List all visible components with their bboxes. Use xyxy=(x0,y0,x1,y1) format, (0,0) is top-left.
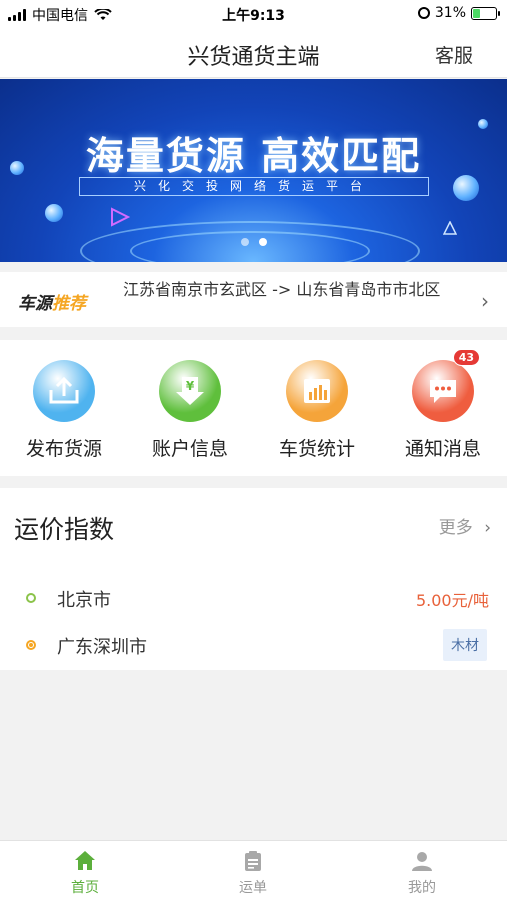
feature-label: 账户信息 xyxy=(151,438,228,460)
publish-cargo-button[interactable]: 发布货源 xyxy=(9,360,119,461)
banner-subline: 兴化交投网络货运平台 xyxy=(79,177,429,196)
svg-text:¥: ¥ xyxy=(186,379,195,393)
triangle-decoration xyxy=(443,221,457,235)
feature-grid: 发布货源 ¥ 账户信息 车货统计 43 通知消息 xyxy=(0,340,507,476)
feature-label: 车货统计 xyxy=(278,438,355,460)
promo-banner[interactable]: 海量货源 高效匹配 兴化交投网络货运平台 xyxy=(0,79,507,262)
tab-label: 首页 xyxy=(71,880,99,896)
clipboard-icon xyxy=(245,851,261,871)
home-icon xyxy=(75,851,95,870)
message-icon: 43 xyxy=(412,349,480,422)
list-item[interactable]: 北京市 5.00元/吨 xyxy=(0,578,507,618)
notification-badge: 43 xyxy=(452,349,480,366)
tab-bar: 首页 运单 我的 xyxy=(0,840,507,900)
vehicle-recommendation-row[interactable]: 车源推荐 江苏省南京市玄武区 -> 山东省青岛市市北区 › xyxy=(0,272,507,327)
banner-pagination xyxy=(0,238,507,246)
cargo-type-tag: 木材 xyxy=(443,629,487,661)
pagination-dot[interactable] xyxy=(240,238,249,246)
tab-home[interactable]: 首页 xyxy=(45,849,125,897)
recommend-tag-black: 车源 xyxy=(18,294,52,314)
bar-chart-icon xyxy=(286,360,348,422)
recommend-tag: 车源推荐 xyxy=(18,289,86,314)
yen-download-icon: ¥ xyxy=(159,360,221,422)
feature-label: 通知消息 xyxy=(404,438,481,460)
list-item[interactable]: 广东深圳市 木材 xyxy=(0,625,507,665)
green-dot-icon xyxy=(26,593,36,603)
cargo-statistics-button[interactable]: 车货统计 xyxy=(262,360,372,461)
orange-dot-icon xyxy=(26,640,36,650)
navigation-bar: 兴货通货主端 客服 xyxy=(0,28,507,78)
account-info-button[interactable]: ¥ 账户信息 xyxy=(135,360,245,461)
notifications-button[interactable]: 43 通知消息 xyxy=(388,349,498,461)
battery-percent: 31% xyxy=(434,5,466,21)
customer-service-button[interactable]: 客服 xyxy=(435,41,473,68)
tab-profile[interactable]: 我的 xyxy=(382,849,462,897)
chevron-right-icon: › xyxy=(481,289,489,313)
city-label: 广东深圳市 xyxy=(57,637,147,658)
page-title: 兴货通货主端 xyxy=(187,45,320,70)
city-label: 北京市 xyxy=(57,590,111,611)
feature-label: 发布货源 xyxy=(25,438,102,460)
battery-icon xyxy=(471,6,500,20)
price-label: 5.00元/吨 xyxy=(415,591,489,610)
status-bar: 中国电信 上午9:13 31% xyxy=(0,0,507,28)
banner-headline: 海量货源 高效匹配 xyxy=(85,134,422,178)
rotation-lock-icon xyxy=(417,7,430,19)
section-title: 运价指数 xyxy=(14,515,115,544)
upload-icon xyxy=(33,360,95,422)
tab-waybill[interactable]: 运单 xyxy=(213,849,293,897)
orb-decoration xyxy=(45,204,63,222)
more-link[interactable]: 更多 › xyxy=(439,513,491,538)
freight-index-section: 运价指数 更多 › 北京市 5.00元/吨 广东深圳市 木材 xyxy=(0,488,507,670)
recommend-tag-orange: 推荐 xyxy=(52,294,86,314)
triangle-decoration xyxy=(111,207,130,227)
pagination-dot-active[interactable] xyxy=(258,238,267,246)
tab-label: 我的 xyxy=(408,880,436,896)
user-icon xyxy=(412,852,432,871)
tab-label: 运单 xyxy=(239,880,267,896)
recommend-route: 江苏省南京市玄武区 -> 山东省青岛市市北区 xyxy=(123,280,441,299)
chevron-right-icon: › xyxy=(484,518,491,538)
